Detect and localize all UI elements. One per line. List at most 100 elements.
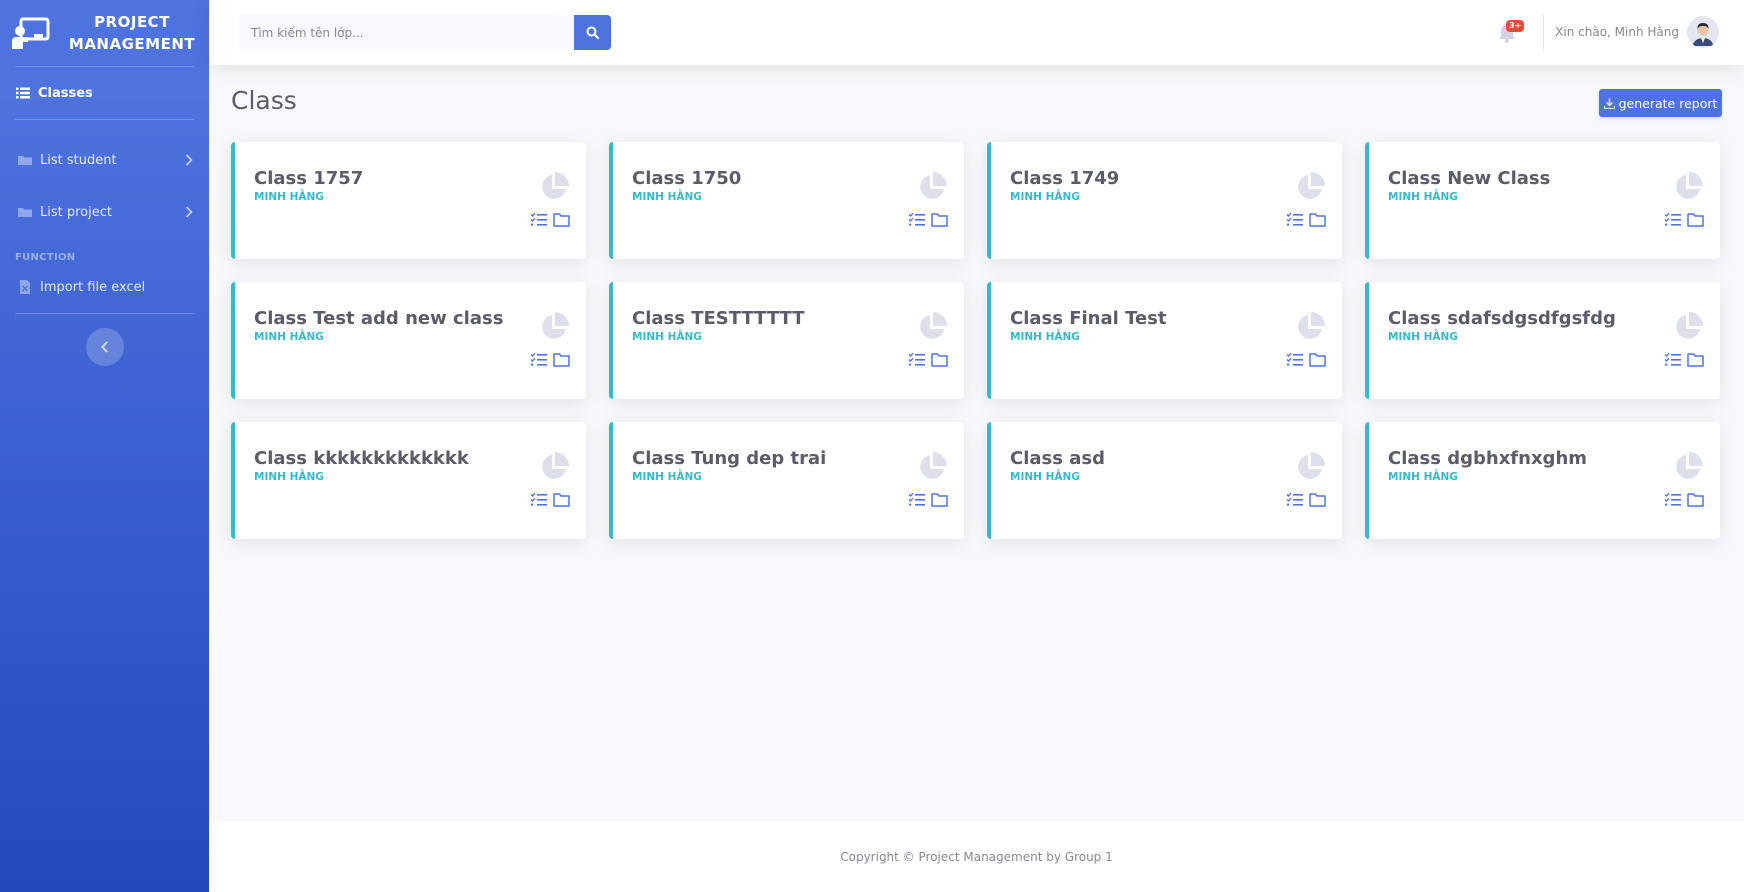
sidebar-item-classes[interactable]: Classes bbox=[0, 67, 209, 119]
class-grid: Class 1757 MINH HẰNG Class 1750 MINH HẰN… bbox=[231, 142, 1720, 539]
class-card[interactable]: Class dgbhxfnxghm MINH HẰNG bbox=[1365, 422, 1720, 539]
copyright-text: Copyright © Project Management by Group … bbox=[840, 849, 1113, 864]
chevron-left-icon bbox=[100, 341, 108, 353]
footer: Copyright © Project Management by Group … bbox=[209, 821, 1744, 892]
class-card[interactable]: Class 1749 MINH HẰNG bbox=[987, 142, 1342, 259]
folder-open-icon[interactable] bbox=[553, 492, 570, 507]
folder-open-icon[interactable] bbox=[1687, 492, 1704, 507]
tasks-icon[interactable] bbox=[530, 212, 547, 227]
class-teacher: MINH HẰNG bbox=[1388, 331, 1458, 343]
sidebar-item-label: Import file excel bbox=[40, 279, 146, 295]
tasks-icon[interactable] bbox=[1664, 492, 1681, 507]
class-card[interactable]: Class New Class MINH HẰNG bbox=[1365, 142, 1720, 259]
tasks-icon[interactable] bbox=[908, 352, 925, 367]
chevron-right-icon bbox=[185, 154, 193, 166]
teacher-board-icon bbox=[12, 17, 50, 49]
chart-pie-icon bbox=[542, 452, 569, 479]
tasks-icon[interactable] bbox=[1286, 352, 1303, 367]
class-teacher: MINH HẰNG bbox=[1010, 471, 1080, 483]
sidebar-item-list-student[interactable]: List student bbox=[0, 134, 209, 186]
chart-pie-icon bbox=[1676, 452, 1703, 479]
class-name[interactable]: Class dgbhxfnxghm bbox=[1388, 448, 1587, 469]
tasks-icon[interactable] bbox=[908, 212, 925, 227]
folder-open-icon[interactable] bbox=[931, 212, 948, 227]
chart-pie-icon bbox=[920, 312, 947, 339]
folder-open-icon[interactable] bbox=[1309, 212, 1326, 227]
chart-pie-icon bbox=[920, 452, 947, 479]
class-name[interactable]: Class Tung dep trai bbox=[632, 448, 826, 469]
tasks-icon[interactable] bbox=[1286, 212, 1303, 227]
class-card[interactable]: Class sdafsdgsdfgsfdg MINH HẰNG bbox=[1365, 282, 1720, 399]
class-name[interactable]: Class 1749 bbox=[1010, 168, 1119, 189]
class-name[interactable]: Class 1750 bbox=[632, 168, 741, 189]
chart-pie-icon bbox=[920, 172, 947, 199]
tasks-icon[interactable] bbox=[530, 352, 547, 367]
class-name[interactable]: Class 1757 bbox=[254, 168, 363, 189]
class-name[interactable]: Class kkkkkkkkkkkkk bbox=[254, 448, 469, 469]
class-teacher: MINH HẰNG bbox=[632, 331, 702, 343]
folder-open-icon[interactable] bbox=[1687, 352, 1704, 367]
class-name[interactable]: Class Final Test bbox=[1010, 308, 1167, 329]
class-name[interactable]: Class sdafsdgsdfgsfdg bbox=[1388, 308, 1616, 329]
class-card[interactable]: Class kkkkkkkkkkkkk MINH HẰNG bbox=[231, 422, 586, 539]
folder-open-icon[interactable] bbox=[1309, 352, 1326, 367]
tasks-icon[interactable] bbox=[1664, 352, 1681, 367]
chevron-right-icon bbox=[185, 206, 193, 218]
folder-icon bbox=[18, 208, 32, 217]
class-card[interactable]: Class TESTTTTTT MINH HẰNG bbox=[609, 282, 964, 399]
class-card[interactable]: Class Final Test MINH HẰNG bbox=[987, 282, 1342, 399]
sidebar-item-label: Classes bbox=[38, 85, 93, 101]
notification-badge: 3+ bbox=[1506, 20, 1525, 32]
tasks-icon[interactable] bbox=[1664, 212, 1681, 227]
file-excel-icon bbox=[20, 280, 30, 294]
sidebar-toggle-button[interactable] bbox=[85, 328, 124, 366]
tasks-icon[interactable] bbox=[1286, 492, 1303, 507]
search-input[interactable] bbox=[239, 15, 574, 50]
class-teacher: MINH HẰNG bbox=[1388, 471, 1458, 483]
search-form bbox=[239, 15, 611, 50]
class-teacher: MINH HẰNG bbox=[632, 471, 702, 483]
chart-pie-icon bbox=[542, 312, 569, 339]
chart-pie-icon bbox=[542, 172, 569, 199]
class-name[interactable]: Class New Class bbox=[1388, 168, 1550, 189]
topbar-divider bbox=[1543, 15, 1544, 50]
class-name[interactable]: Class Test add new class bbox=[254, 308, 503, 329]
chart-pie-icon bbox=[1676, 172, 1703, 199]
class-name[interactable]: Class asd bbox=[1010, 448, 1105, 469]
search-button[interactable] bbox=[574, 15, 611, 50]
class-card[interactable]: Class Test add new class MINH HẰNG bbox=[231, 282, 586, 399]
avatar bbox=[1687, 16, 1719, 48]
tasks-icon[interactable] bbox=[530, 492, 547, 507]
folder-open-icon[interactable] bbox=[1309, 492, 1326, 507]
brand-line-1: PROJECT bbox=[94, 13, 170, 31]
tasks-icon[interactable] bbox=[908, 492, 925, 507]
folder-icon bbox=[18, 156, 32, 165]
folder-open-icon[interactable] bbox=[553, 212, 570, 227]
class-card[interactable]: Class asd MINH HẰNG bbox=[987, 422, 1342, 539]
sidebar-item-label: List student bbox=[40, 152, 117, 168]
class-card[interactable]: Class 1750 MINH HẰNG bbox=[609, 142, 964, 259]
sidebar-divider bbox=[15, 313, 194, 314]
class-teacher: MINH HẰNG bbox=[1010, 191, 1080, 203]
class-card[interactable]: Class Tung dep trai MINH HẰNG bbox=[609, 422, 964, 539]
folder-open-icon[interactable] bbox=[553, 352, 570, 367]
brand-title: PROJECT MANAGEMENT bbox=[62, 11, 202, 55]
class-card[interactable]: Class 1757 MINH HẰNG bbox=[231, 142, 586, 259]
sidebar-item-list-project[interactable]: List project bbox=[0, 186, 209, 238]
class-teacher: MINH HẰNG bbox=[632, 191, 702, 203]
brand-line-2: MANAGEMENT bbox=[68, 35, 196, 53]
folder-open-icon[interactable] bbox=[1687, 212, 1704, 227]
sidebar-divider bbox=[15, 119, 194, 120]
folder-open-icon[interactable] bbox=[931, 352, 948, 367]
sidebar-heading-function: FUNCTION bbox=[15, 252, 76, 263]
generate-report-button[interactable]: generate report bbox=[1599, 89, 1722, 117]
user-menu[interactable]: Xin chào, Minh Hằng bbox=[1555, 16, 1719, 48]
sidebar-item-import-excel[interactable]: Import file excel bbox=[0, 271, 209, 303]
list-icon bbox=[16, 87, 30, 99]
folder-open-icon[interactable] bbox=[931, 492, 948, 507]
brand[interactable]: PROJECT MANAGEMENT bbox=[0, 0, 209, 66]
class-teacher: MINH HẰNG bbox=[254, 191, 324, 203]
page-title: Class bbox=[231, 86, 297, 115]
class-name[interactable]: Class TESTTTTTT bbox=[632, 308, 805, 329]
chart-pie-icon bbox=[1298, 452, 1325, 479]
